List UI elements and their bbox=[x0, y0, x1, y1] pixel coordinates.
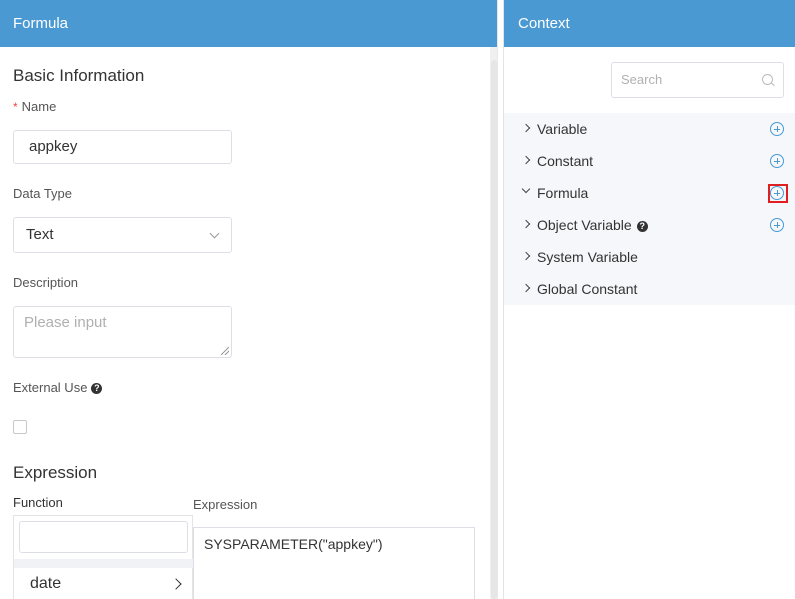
tree-item-global-constant[interactable]: Global Constant bbox=[504, 273, 795, 305]
chevron-down-icon[interactable] bbox=[521, 184, 531, 194]
tree-item-label-text: Object Variable bbox=[537, 217, 632, 233]
tree-item-label: Constant bbox=[537, 153, 594, 169]
search-icon[interactable] bbox=[762, 74, 773, 85]
data-type-label: Data Type bbox=[13, 186, 73, 201]
basic-info-heading: Basic Information bbox=[13, 66, 145, 85]
expression-label: Expression bbox=[193, 497, 258, 512]
add-object-variable-icon[interactable] bbox=[770, 218, 784, 232]
function-item-date[interactable]: date bbox=[14, 568, 193, 599]
formula-panel-title: Formula bbox=[0, 0, 498, 47]
function-label: Function bbox=[13, 495, 63, 510]
tree-item-variable[interactable]: Variable bbox=[504, 113, 795, 145]
function-search-input[interactable] bbox=[19, 521, 188, 553]
expression-heading: Expression bbox=[13, 463, 98, 482]
external-use-label-text: External Use bbox=[13, 380, 88, 395]
highlight-box bbox=[768, 184, 788, 203]
formula-panel: Formula Basic Information * Name appkey D… bbox=[0, 0, 498, 599]
description-label: Description bbox=[13, 275, 79, 290]
expression-value: SYSPARAMETER("appkey") bbox=[204, 536, 383, 552]
add-variable-icon[interactable] bbox=[770, 122, 784, 136]
resize-handle-icon[interactable] bbox=[221, 347, 229, 355]
search-placeholder: Search bbox=[621, 72, 663, 87]
expression-editor[interactable]: SYSPARAMETER("appkey") bbox=[193, 527, 475, 599]
help-icon[interactable]: ? bbox=[91, 383, 103, 394]
data-type-value: Text bbox=[26, 226, 54, 243]
tree-item-object-variable[interactable]: Object Variable? bbox=[504, 209, 795, 241]
function-item-label: date bbox=[30, 575, 62, 592]
tree-item-label: Formula bbox=[537, 185, 589, 201]
description-textarea[interactable]: Please input bbox=[13, 306, 232, 358]
chevron-down-icon bbox=[209, 228, 220, 239]
tree-item-label: Global Constant bbox=[537, 281, 638, 297]
name-input[interactable]: appkey bbox=[13, 130, 232, 164]
tree-item-constant[interactable]: Constant bbox=[504, 145, 795, 177]
chevron-right-icon[interactable] bbox=[521, 283, 531, 293]
external-use-checkbox[interactable] bbox=[13, 420, 27, 434]
chevron-right-icon[interactable] bbox=[521, 219, 531, 229]
add-constant-icon[interactable] bbox=[770, 154, 784, 168]
context-search-input[interactable]: Search bbox=[611, 62, 784, 98]
description-placeholder: Please input bbox=[24, 314, 107, 331]
tree-item-label: Variable bbox=[537, 121, 588, 137]
function-list: date bbox=[13, 515, 193, 599]
data-type-select[interactable]: Text bbox=[13, 217, 232, 253]
name-label: * Name bbox=[13, 99, 56, 114]
name-label-text: Name bbox=[21, 99, 57, 114]
chevron-right-icon[interactable] bbox=[521, 251, 531, 261]
tree-item-formula[interactable]: Formula bbox=[504, 177, 795, 209]
required-mark: * bbox=[13, 100, 18, 114]
external-use-label: External Use? bbox=[13, 380, 103, 395]
chevron-right-icon[interactable] bbox=[521, 123, 531, 133]
context-panel-title: Context bbox=[504, 0, 795, 47]
help-icon[interactable]: ? bbox=[636, 221, 648, 232]
panel-divider bbox=[497, 0, 498, 599]
chevron-right-icon bbox=[170, 578, 182, 590]
function-list-divider bbox=[14, 559, 193, 568]
tree-item-label: System Variable bbox=[537, 249, 638, 265]
tree-item-system-variable[interactable]: System Variable bbox=[504, 241, 795, 273]
context-tree: Variable Constant Formula Object Variabl… bbox=[504, 113, 795, 305]
context-panel: Context Search Variable Constant Formula… bbox=[503, 0, 795, 599]
tree-item-label: Object Variable? bbox=[537, 217, 648, 233]
chevron-right-icon[interactable] bbox=[521, 155, 531, 165]
